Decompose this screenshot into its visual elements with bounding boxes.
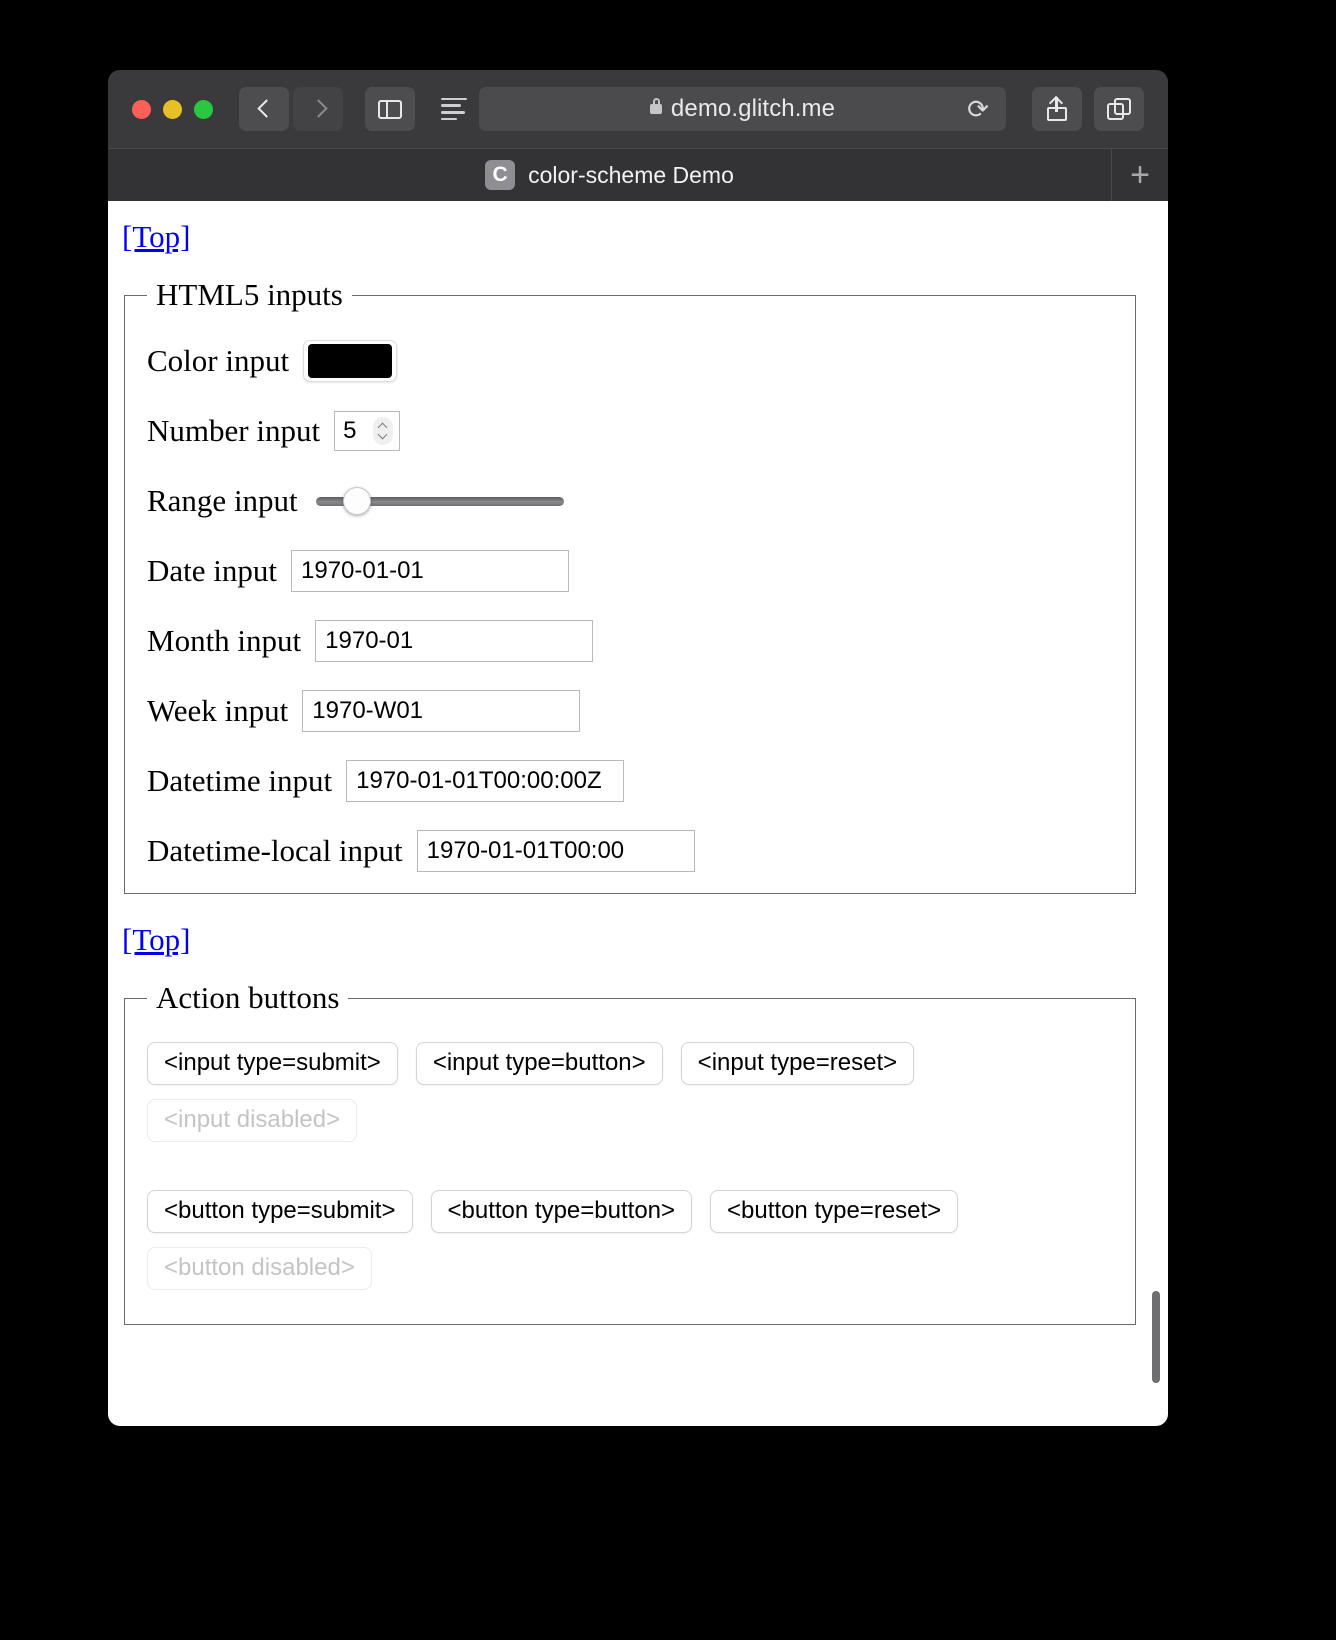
row-datetime-local-input: Datetime-local input 1970-01-01T00:00	[147, 829, 1113, 873]
tab-title: color-scheme Demo	[528, 161, 734, 188]
color-input[interactable]	[303, 340, 398, 382]
datetime-input[interactable]: 1970-01-01T00:00:00Z	[346, 760, 625, 802]
row-week-input: Week input 1970-W01	[147, 689, 1113, 733]
fieldset-legend-html5-inputs: HTML5 inputs	[156, 277, 343, 312]
number-input[interactable]: 5	[334, 411, 401, 451]
scrollbar-thumb[interactable]	[1152, 1291, 1160, 1383]
tab-overview-icon	[1107, 98, 1131, 120]
fieldset-legend-action-buttons: Action buttons	[156, 980, 340, 1015]
label-range-input: Range input	[147, 482, 298, 518]
color-swatch-fill	[308, 344, 393, 378]
desktop-backdrop: demo.glitch.me ⟳ C color-scheme Demo + […	[0, 0, 1336, 1640]
favicon: C	[485, 160, 516, 190]
chevron-left-icon	[258, 98, 270, 120]
navigation-buttons	[239, 87, 343, 131]
row-date-input: Date input 1970-01-01	[147, 549, 1113, 593]
button-disabled-button: <button disabled>	[147, 1247, 372, 1290]
datetime-local-input[interactable]: 1970-01-01T00:00	[416, 830, 695, 872]
close-window-button[interactable]	[132, 99, 151, 119]
button-element-row: <button type=submit> <button type=button…	[147, 1190, 1113, 1233]
label-month-input: Month input	[147, 622, 302, 658]
month-input[interactable]: 1970-01	[315, 620, 594, 662]
row-datetime-input: Datetime input 1970-01-01T00:00:00Z	[147, 759, 1113, 803]
label-number-input: Number input	[147, 412, 321, 448]
number-input-value: 5	[343, 417, 357, 444]
input-reset-button[interactable]: <input type=reset>	[680, 1042, 915, 1085]
button-button-button[interactable]: <button type=button>	[430, 1190, 693, 1233]
browser-toolbar: demo.glitch.me ⟳	[108, 70, 1168, 148]
date-input[interactable]: 1970-01-01	[291, 550, 569, 592]
range-input[interactable]	[315, 487, 564, 515]
page-content: [Top] HTML5 inputs Color input Number in…	[108, 201, 1168, 1426]
row-number-input: Number input 5	[147, 409, 1113, 453]
number-stepper[interactable]	[373, 417, 394, 445]
button-disabled-row: <button disabled>	[147, 1247, 1113, 1290]
share-icon	[1047, 97, 1067, 121]
tab-bar: C color-scheme Demo +	[108, 148, 1168, 201]
top-anchor-link-2[interactable]: [Top]	[122, 922, 190, 958]
window-traffic-lights	[132, 99, 213, 119]
row-month-input: Month input 1970-01	[147, 619, 1113, 663]
reload-icon[interactable]: ⟳	[966, 96, 990, 122]
forward-button[interactable]	[293, 87, 343, 131]
week-input[interactable]: 1970-W01	[302, 690, 581, 732]
safari-window: demo.glitch.me ⟳ C color-scheme Demo + […	[108, 70, 1168, 1426]
stepper-up-icon[interactable]	[379, 424, 387, 429]
share-button[interactable]	[1032, 87, 1082, 131]
fieldset-html5-inputs: HTML5 inputs Color input Number input 5	[124, 277, 1136, 894]
page-scrollbar[interactable]	[1150, 201, 1162, 1426]
maximize-window-button[interactable]	[194, 99, 213, 119]
input-disabled-button: <input disabled>	[147, 1099, 358, 1142]
label-datetime-local-input: Datetime-local input	[147, 832, 403, 868]
input-submit-button[interactable]: <input type=submit>	[147, 1042, 398, 1085]
url-text: demo.glitch.me	[670, 95, 836, 122]
back-button[interactable]	[239, 87, 289, 131]
fieldset-action-buttons: Action buttons <input type=submit> <inpu…	[124, 980, 1136, 1325]
button-submit-button[interactable]: <button type=submit>	[147, 1190, 413, 1233]
top-anchor-link-1[interactable]: [Top]	[122, 219, 190, 255]
label-color-input: Color input	[147, 342, 290, 378]
show-sidebar-button[interactable]	[365, 87, 415, 131]
page-viewport: [Top] HTML5 inputs Color input Number in…	[108, 201, 1168, 1426]
lock-icon	[649, 98, 662, 114]
tab-color-scheme-demo[interactable]: C color-scheme Demo	[108, 149, 1112, 201]
toolbar-right-buttons	[1032, 87, 1144, 131]
address-bar[interactable]: demo.glitch.me ⟳	[479, 87, 1006, 131]
chevron-right-icon	[312, 98, 324, 120]
sidebar-icon	[378, 99, 402, 119]
label-date-input: Date input	[147, 552, 277, 588]
label-datetime-input: Datetime input	[147, 762, 333, 798]
label-week-input: Week input	[147, 692, 289, 728]
reader-menu-icon[interactable]	[441, 97, 467, 121]
button-reset-button[interactable]: <button type=reset>	[710, 1190, 959, 1233]
input-button-button[interactable]: <input type=button>	[415, 1042, 663, 1085]
input-button-row: <input type=submit> <input type=button> …	[147, 1042, 1113, 1085]
new-tab-button[interactable]: +	[1112, 149, 1168, 201]
minimize-window-button[interactable]	[163, 99, 182, 119]
stepper-down-icon[interactable]	[379, 433, 387, 438]
range-thumb[interactable]	[342, 487, 371, 515]
tab-overview-button[interactable]	[1094, 87, 1144, 131]
row-color-input: Color input	[147, 339, 1113, 383]
row-range-input: Range input	[147, 479, 1113, 523]
input-disabled-row: <input disabled>	[147, 1099, 1113, 1142]
